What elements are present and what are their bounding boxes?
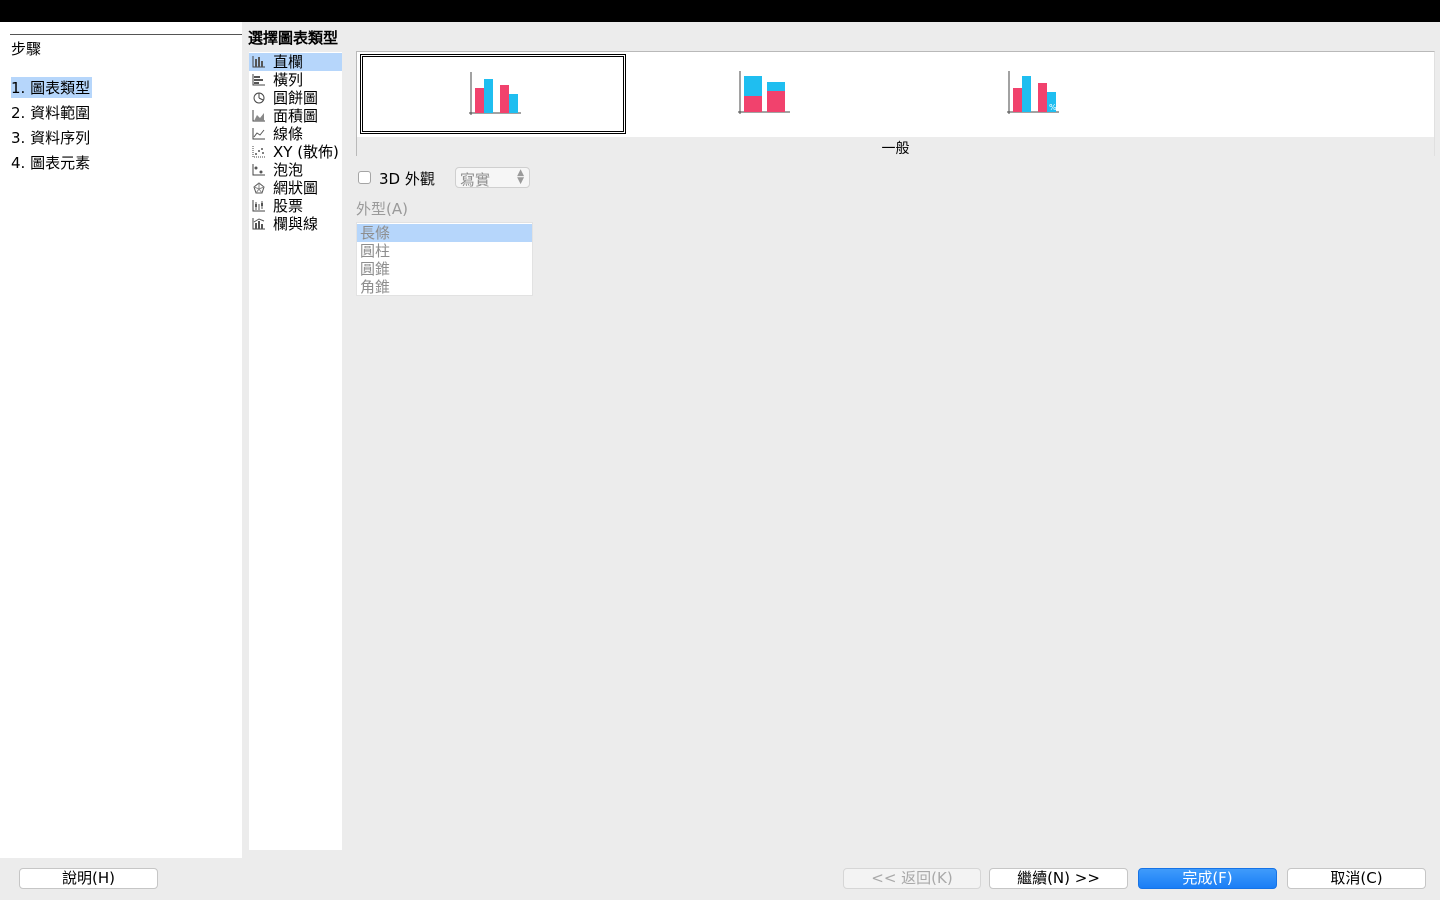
chart-type-label: 欄與線	[273, 215, 319, 233]
3d-look-checkbox[interactable]	[358, 171, 371, 184]
chart-type-label: XY (散佈)	[273, 143, 339, 161]
chart-type-label: 直欄	[273, 53, 304, 71]
variant-stacked-column[interactable]	[628, 54, 894, 134]
chart-type-bubble[interactable]: 泡泡	[249, 161, 342, 179]
step-data-range[interactable]: 2. 資料範圍	[11, 102, 92, 123]
chart-type-label: 線條	[273, 125, 304, 143]
percent-mark: %	[1049, 103, 1057, 112]
variant-normal-column[interactable]	[360, 54, 626, 134]
variant-percent-stacked-column[interactable]: %	[897, 54, 1163, 134]
pie-chart-icon	[253, 92, 265, 104]
finish-button[interactable]: 完成(F)	[1138, 868, 1277, 889]
steps-panel: 步驟 1. 圖表類型 2. 資料範圍 3. 資料序列 4. 圖表元素	[0, 22, 242, 858]
chart-variant-preview: % 一般	[356, 51, 1435, 157]
chart-type-column[interactable]: 直欄	[249, 53, 342, 71]
chart-type-label: 面積圖	[273, 107, 319, 125]
chart-type-label: 股票	[273, 197, 304, 215]
line-chart-icon	[252, 128, 265, 140]
net-chart-icon	[253, 182, 265, 194]
shape-item-bar[interactable]: 長條	[357, 224, 532, 242]
column-line-chart-icon	[252, 218, 265, 230]
scatter-chart-icon	[252, 146, 265, 158]
stock-chart-icon	[252, 200, 265, 212]
shape-label: 外型(A)	[356, 200, 408, 218]
shape-item-cone[interactable]: 圓錐	[357, 260, 532, 278]
chart-type-net[interactable]: 網狀圖	[249, 179, 342, 197]
back-button[interactable]: << 返回(K)	[843, 868, 981, 889]
normal-column-thumbnail	[469, 72, 521, 115]
shape-list[interactable]: 長條 圓柱 圓錐 角錐	[356, 222, 533, 296]
bar-chart-icon	[252, 74, 265, 86]
chart-type-bar[interactable]: 橫列	[249, 71, 342, 89]
3d-look-label: 3D 外觀	[379, 170, 435, 188]
shape-item-label: 長條	[360, 224, 391, 242]
window-titlebar	[0, 0, 1440, 22]
chart-type-list[interactable]: 直欄 橫列 圓餅圖 面積圖 線條 XY (散佈) 泡泡 網狀圖 股票 欄與線	[249, 52, 342, 850]
shape-item-label: 角錐	[360, 278, 391, 296]
steps-divider	[10, 34, 242, 35]
variant-caption: 一般	[881, 141, 910, 157]
help-button[interactable]: 說明(H)	[19, 868, 158, 889]
cancel-button[interactable]: 取消(C)	[1287, 868, 1426, 889]
next-button[interactable]: 繼續(N) >>	[989, 868, 1128, 889]
shape-item-pyramid[interactable]: 角錐	[357, 278, 532, 296]
chart-type-heading: 選擇圖表類型	[248, 29, 339, 47]
steps-title: 步驟	[11, 40, 42, 58]
chart-type-xy-scatter[interactable]: XY (散佈)	[249, 143, 342, 161]
chart-type-label: 網狀圖	[273, 179, 319, 197]
chart-type-pie[interactable]: 圓餅圖	[249, 89, 342, 107]
chart-type-line[interactable]: 線條	[249, 125, 342, 143]
percent-stacked-column-thumbnail: %	[1007, 71, 1059, 114]
shape-item-cylinder[interactable]: 圓柱	[357, 242, 532, 260]
chart-type-label: 橫列	[273, 71, 304, 89]
step-chart-type[interactable]: 1. 圖表類型	[11, 77, 93, 98]
chart-type-area[interactable]: 面積圖	[249, 107, 342, 125]
shape-item-label: 圓錐	[360, 260, 391, 278]
chevron-updown-icon: ▲ ▼	[517, 168, 524, 186]
column-chart-icon	[252, 56, 265, 68]
area-chart-icon	[252, 110, 265, 122]
bubble-chart-icon	[252, 164, 265, 176]
3d-style-select[interactable]: 寫實 ▲ ▼	[455, 167, 530, 189]
3d-style-value: 寫實	[460, 171, 491, 189]
chart-type-column-line[interactable]: 欄與線	[249, 215, 342, 233]
chart-type-label: 泡泡	[273, 161, 304, 179]
step-chart-elements[interactable]: 4. 圖表元素	[11, 152, 92, 173]
step-data-series[interactable]: 3. 資料序列	[11, 127, 92, 148]
chart-type-stock[interactable]: 股票	[249, 197, 342, 215]
stacked-column-thumbnail	[738, 71, 790, 114]
shape-item-label: 圓柱	[360, 242, 391, 260]
chart-type-label: 圓餅圖	[273, 89, 319, 107]
